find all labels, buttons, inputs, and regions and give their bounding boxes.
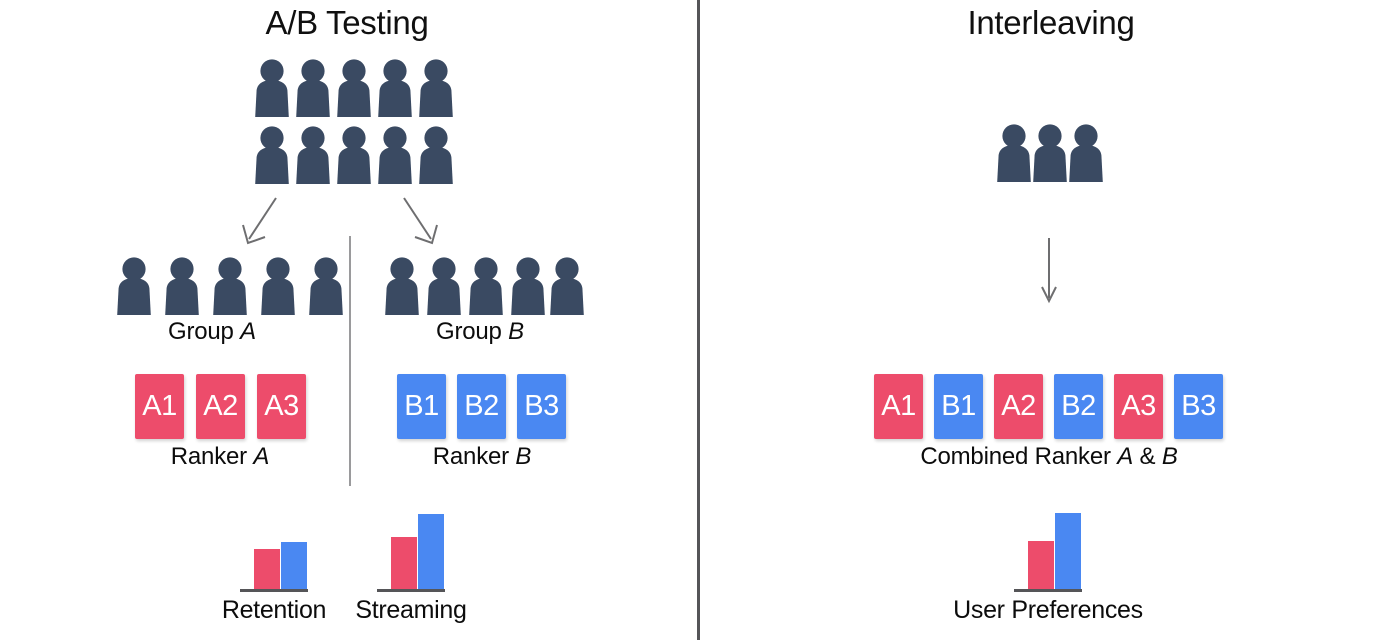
ranker-chip-a1[interactable]: A1 — [135, 374, 184, 439]
chart-baseline — [1014, 589, 1082, 592]
person-icon — [995, 124, 1033, 182]
ranker-b-label-letter: B — [515, 443, 532, 470]
panel-divider — [697, 0, 700, 640]
ranker-chip-a2[interactable]: A2 — [196, 374, 245, 439]
group-b-label: Group B — [380, 318, 580, 346]
group-b-label-letter: B — [508, 318, 524, 345]
combined-ranker-label-letter-a: A — [1117, 443, 1134, 470]
person-icon — [417, 59, 455, 117]
ranker-chip-a3[interactable]: A3 — [1114, 374, 1163, 439]
ranker-chip-a2[interactable]: A2 — [994, 374, 1043, 439]
page-title-ab-testing: A/B Testing — [265, 4, 429, 41]
person-icon — [211, 257, 249, 315]
group-a-label-letter: A — [240, 318, 256, 345]
bar-B — [1055, 513, 1081, 589]
ranker-chip-b1[interactable]: B1 — [397, 374, 446, 439]
ranker-a-label-letter: A — [253, 443, 270, 470]
person-icon — [253, 59, 291, 117]
person-icon — [548, 257, 586, 315]
person-icon — [294, 126, 332, 184]
person-icon — [335, 59, 373, 117]
group-divider — [349, 236, 351, 486]
person-icon — [383, 257, 421, 315]
person-icon — [417, 126, 455, 184]
ranker-b-label: Ranker B — [382, 443, 582, 471]
person-icon — [376, 126, 414, 184]
person-icon — [253, 126, 291, 184]
ranker-chip-b1[interactable]: B1 — [934, 374, 983, 439]
combined-ranker-label-letter-b: B — [1161, 443, 1178, 470]
chart-user-preferences-label: User Preferences — [953, 596, 1143, 624]
person-icon — [259, 257, 297, 315]
ranker-chip-a3[interactable]: A3 — [257, 374, 306, 439]
combined-ranker-label: Combined Ranker A & B — [899, 443, 1199, 471]
person-icon — [294, 59, 332, 117]
chart-streaming — [377, 497, 445, 592]
ranker-a-label: Ranker A — [120, 443, 320, 471]
bar-B — [418, 514, 444, 589]
page-title-interleaving: Interleaving — [967, 4, 1135, 41]
ranker-chip-a1[interactable]: A1 — [874, 374, 923, 439]
person-icon — [335, 126, 373, 184]
ranker-b-label-prefix: Ranker — [432, 443, 516, 470]
chart-streaming-label: Streaming — [355, 596, 467, 624]
arrow-down-right-icon — [403, 197, 438, 245]
person-icon — [163, 257, 201, 315]
chart-baseline — [240, 589, 308, 592]
person-icon — [509, 257, 547, 315]
person-icon — [376, 59, 414, 117]
group-b-label-prefix: Group — [436, 318, 509, 345]
chart-baseline — [377, 589, 445, 592]
ranker-chip-b3[interactable]: B3 — [517, 374, 566, 439]
ranker-chip-b2[interactable]: B2 — [1054, 374, 1103, 439]
person-icon — [467, 257, 505, 315]
person-icon — [1067, 124, 1105, 182]
bar-A — [1028, 541, 1054, 589]
person-icon — [1031, 124, 1069, 182]
person-icon — [115, 257, 153, 315]
arrow-down-left-icon — [242, 197, 277, 245]
chart-retention — [240, 497, 308, 592]
person-icon — [307, 257, 345, 315]
ranker-chip-b2[interactable]: B2 — [457, 374, 506, 439]
combined-ranker-label-amp: & — [1133, 443, 1162, 470]
diagram-canvas: A/B Testing Interleaving Group A Group B… — [0, 0, 1400, 640]
bar-A — [254, 549, 280, 589]
bar-A — [391, 537, 417, 589]
group-a-label: Group A — [112, 318, 312, 346]
bar-B — [281, 542, 307, 589]
group-a-label-prefix: Group — [168, 318, 241, 345]
combined-ranker-label-prefix: Combined Ranker — [920, 443, 1118, 470]
person-icon — [425, 257, 463, 315]
ranker-chip-b3[interactable]: B3 — [1174, 374, 1223, 439]
chart-user-preferences — [1014, 497, 1082, 592]
arrow-down-icon — [1041, 238, 1057, 304]
ranker-a-label-prefix: Ranker — [170, 443, 254, 470]
